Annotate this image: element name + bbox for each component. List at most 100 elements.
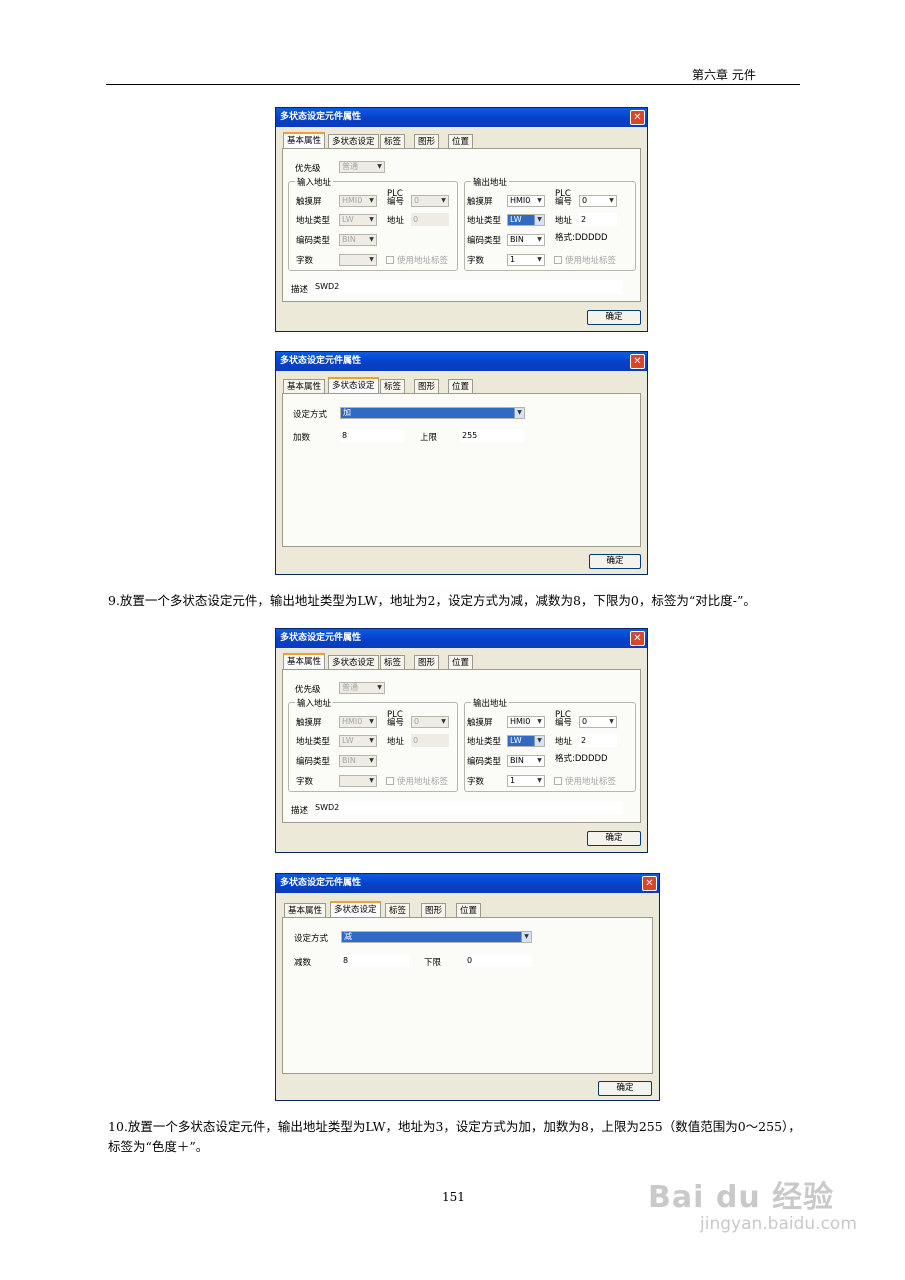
tab-multistate[interactable]: 多状态设定 — [328, 134, 379, 148]
output-use-tag-checkbox[interactable] — [554, 256, 562, 264]
output-group-title: 输出地址 — [471, 176, 510, 188]
dialog-titlebar: 多状态设定元件属性 — [276, 629, 647, 648]
ok-button[interactable]: 确定 — [589, 554, 641, 569]
addr-type-label: 地址类型 — [296, 737, 331, 747]
tab-basic[interactable]: 基本属性 — [283, 653, 326, 669]
output-code-type-select[interactable]: BIN ▼ — [507, 234, 545, 246]
input-addr-field[interactable]: 0 — [411, 734, 449, 747]
chevron-down-icon: ▼ — [369, 236, 374, 243]
tab-panel: 优先级 普通 ▼ 输入地址 触摸屏 HMI0 ▼ PLC 编号 0 ▼ 地址类型 LW… — [282, 669, 641, 823]
input-use-tag-checkbox[interactable] — [386, 777, 394, 785]
code-type-label: 编码类型 — [296, 757, 331, 767]
tab-multistate[interactable]: 多状态设定 — [330, 901, 381, 917]
tab-label[interactable]: 标签 — [380, 379, 406, 393]
chevron-down-icon: ▼ — [537, 256, 542, 263]
close-icon[interactable]: ✕ — [630, 631, 645, 646]
tab-graphics[interactable]: 图形 — [414, 655, 440, 669]
tab-basic[interactable]: 基本属性 — [284, 903, 327, 917]
tab-panel: 设定方式 加 ▼ 加数 8 上限 255 — [282, 393, 641, 547]
tab-graphics[interactable]: 图形 — [421, 903, 447, 917]
chevron-down-icon: ▼ — [609, 197, 614, 204]
tab-label[interactable]: 标签 — [380, 655, 406, 669]
limit-field[interactable]: 255 — [460, 429, 524, 442]
close-icon[interactable]: ✕ — [630, 110, 645, 125]
input-use-tag-checkbox[interactable] — [386, 256, 394, 264]
tab-multistate[interactable]: 多状态设定 — [328, 377, 379, 393]
close-icon[interactable]: ✕ — [630, 354, 645, 369]
ok-button[interactable]: 确定 — [587, 831, 641, 846]
tab-position[interactable]: 位置 — [456, 903, 482, 917]
input-code-type-select[interactable]: BIN ▼ — [339, 755, 377, 767]
output-use-tag-checkbox[interactable] — [554, 777, 562, 785]
close-icon[interactable]: ✕ — [642, 876, 657, 891]
dialog-multistate-sub: 多状态设定元件属性 ✕ 基本属性 多状态设定 标签 图形 位置 设定方式 减 ▼ … — [275, 873, 660, 1101]
priority-label: 优先级 — [295, 164, 321, 174]
output-word-count-select[interactable]: 1 ▼ — [507, 254, 545, 266]
input-address-group: 输入地址 触摸屏 HMI0 ▼ PLC 编号 0 ▼ 地址类型 LW ▼ 地址 0 编… — [288, 697, 458, 792]
addr-label: 地址 — [555, 737, 573, 747]
input-plc-select[interactable]: 0 ▼ — [411, 716, 449, 728]
output-addr-field[interactable]: 2 — [579, 734, 617, 747]
tab-multistate[interactable]: 多状态设定 — [328, 655, 379, 669]
input-group-title: 输入地址 — [295, 697, 334, 709]
priority-label: 优先级 — [295, 685, 321, 695]
input-addr-type-select[interactable]: LW ▼ — [339, 735, 377, 747]
value-field[interactable]: 8 — [341, 954, 409, 967]
output-group-title: 输出地址 — [471, 697, 510, 709]
word-count-label: 字数 — [296, 777, 314, 787]
tab-graphics[interactable]: 图形 — [414, 379, 440, 393]
chevron-down-icon: ▼ — [377, 163, 382, 170]
plc-label: PLC 编号 — [387, 189, 405, 207]
mode-label: 设定方式 — [294, 934, 329, 944]
input-plc-select[interactable]: 0 ▼ — [411, 195, 449, 207]
tab-label[interactable]: 标签 — [380, 134, 406, 148]
mode-select[interactable]: 减 ▼ — [341, 931, 532, 943]
dialog-multistate-add-1: 多状态设定元件属性 ✕ 基本属性 多状态设定 标签 图形 位置 设定方式 加 ▼ … — [275, 351, 648, 575]
input-addr-field[interactable]: 0 — [411, 213, 449, 226]
dialog-titlebar: 多状态设定元件属性 — [276, 874, 659, 893]
chevron-down-icon: ▼ — [521, 932, 531, 942]
instruction-paragraph-9: 9.放置一个多状态设定元件，输出地址类型为LW，地址为2，设定方式为减，减数为8… — [108, 593, 756, 608]
tab-position[interactable]: 位置 — [448, 655, 474, 669]
input-word-count-select[interactable]: ▼ — [339, 775, 377, 787]
ok-button[interactable]: 确定 — [587, 310, 641, 325]
touch-label: 触摸屏 — [467, 197, 493, 207]
addr-type-label: 地址类型 — [296, 216, 331, 226]
description-field[interactable]: SWD2 — [313, 280, 623, 294]
limit-field[interactable]: 0 — [465, 954, 532, 967]
tab-position[interactable]: 位置 — [448, 134, 474, 148]
input-touch-select[interactable]: HMI0 ▼ — [339, 716, 377, 728]
tab-graphics[interactable]: 图形 — [414, 134, 440, 148]
priority-select[interactable]: 普通 ▼ — [339, 161, 385, 173]
chevron-down-icon: ▼ — [369, 197, 374, 204]
output-word-count-select[interactable]: 1 ▼ — [507, 775, 545, 787]
value-label: 减数 — [294, 958, 312, 968]
tab-position[interactable]: 位置 — [448, 379, 474, 393]
ok-button[interactable]: 确定 — [598, 1081, 652, 1096]
input-code-type-select[interactable]: BIN ▼ — [339, 234, 377, 246]
touch-label: 触摸屏 — [296, 718, 322, 728]
chevron-down-icon: ▼ — [537, 757, 542, 764]
input-word-count-select[interactable]: ▼ — [339, 254, 377, 266]
input-addr-type-select[interactable]: LW ▼ — [339, 214, 377, 226]
output-touch-select[interactable]: HMI0 ▼ — [507, 716, 545, 728]
chevron-down-icon: ▼ — [609, 718, 614, 725]
addr-label: 地址 — [387, 216, 405, 226]
tab-basic[interactable]: 基本属性 — [283, 379, 326, 393]
priority-select[interactable]: 普通 ▼ — [339, 682, 385, 694]
mode-select[interactable]: 加 ▼ — [340, 407, 525, 419]
output-addr-type-select[interactable]: LW ▼ — [507, 735, 545, 747]
value-field[interactable]: 8 — [340, 429, 404, 442]
word-count-label: 字数 — [467, 777, 485, 787]
tab-label[interactable]: 标签 — [385, 903, 411, 917]
tab-basic[interactable]: 基本属性 — [283, 132, 326, 148]
output-plc-select[interactable]: 0 ▼ — [579, 195, 617, 207]
output-touch-select[interactable]: HMI0 ▼ — [507, 195, 545, 207]
output-plc-select[interactable]: 0 ▼ — [579, 716, 617, 728]
output-addr-field[interactable]: 2 — [579, 213, 617, 226]
input-touch-select[interactable]: HMI0 ▼ — [339, 195, 377, 207]
output-addr-type-select[interactable]: LW ▼ — [507, 214, 545, 226]
output-code-type-select[interactable]: BIN ▼ — [507, 755, 545, 767]
header-rule — [106, 84, 800, 85]
description-field[interactable]: SWD2 — [313, 801, 623, 815]
